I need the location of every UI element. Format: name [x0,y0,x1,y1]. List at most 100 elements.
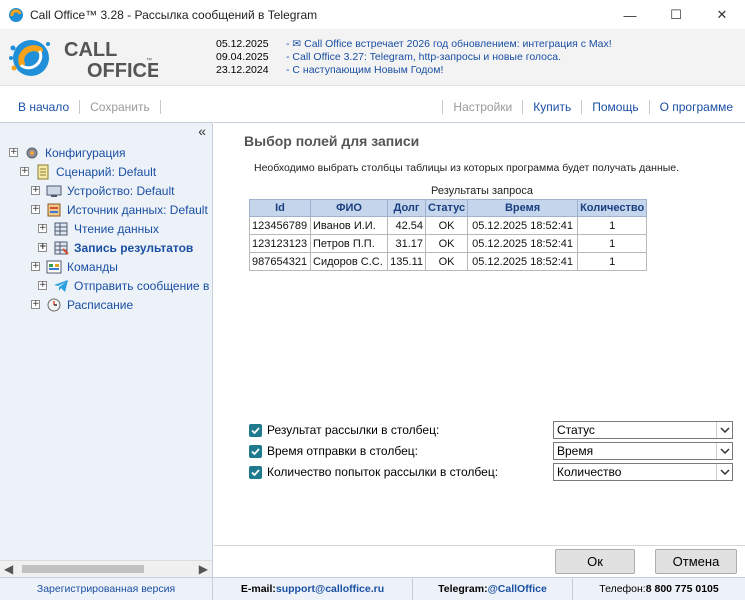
chevron-down-icon[interactable] [716,443,732,459]
column-header[interactable]: Статус [424,199,469,217]
attempts-checkbox[interactable] [249,465,262,479]
column-header[interactable]: Долг [387,199,426,217]
column-header[interactable]: Количество [577,199,648,217]
checkmark-icon [251,468,260,476]
time-column-select[interactable]: Время [553,442,733,460]
collapse-panel-button[interactable]: « [198,123,206,139]
tree-item-label: Чтение данных [74,221,159,236]
registered-version-label: Зарегистрированная версия [36,583,176,595]
select-value: Время [557,444,594,458]
news-date: 23.12.2024 [216,64,269,76]
minimize-button[interactable]: — [607,0,653,30]
expand-icon[interactable]: + [9,148,18,157]
table-cell: OK [424,234,469,253]
table-header-row: Id ФИО Долг Статус Время Количество [249,199,648,217]
tree-item-label: Источник данных: Default [67,202,208,217]
settings-link[interactable]: Настройки [453,100,512,114]
table-cell: 135.11 [387,252,426,271]
expand-icon[interactable]: + [31,205,40,214]
tree-item-schedule[interactable]: + Расписание [31,295,133,314]
table-cell: 31.17 [387,234,426,253]
expand-icon[interactable]: + [31,186,40,195]
tree-item-write-results[interactable]: + Запись результатов [38,238,193,257]
tree-item-device[interactable]: + Устройство: Default [31,181,174,200]
help-link[interactable]: Помощь [592,100,638,114]
tree-item-send-message[interactable]: + Отправить сообщение в [38,276,209,295]
news-item[interactable]: 05.12.2025 - ✉ Call Office встречает 202… [216,38,612,51]
buy-link[interactable]: Купить [533,100,571,114]
scroll-right-icon[interactable]: ▶ [199,562,208,576]
tree-item-commands[interactable]: + Команды [31,257,118,276]
select-value: Количество [557,465,622,479]
results-table: Id ФИО Долг Статус Время Количество 1234… [249,199,648,271]
tree-item-scenario[interactable]: + Сценарий: Default [20,162,156,181]
column-header[interactable]: Id [249,199,311,217]
about-link[interactable]: О программе [660,100,733,114]
news-link[interactable]: - С наступающим Новым Годом! [286,64,443,77]
news-date: 09.04.2025 [216,51,269,63]
table-row[interactable]: 987654321 Сидоров С.С. 135.11 OK 05.12.2… [249,252,648,271]
close-button[interactable]: ✕ [699,0,745,30]
column-header[interactable]: Время [467,199,579,217]
checkmark-icon [251,426,260,434]
email-link[interactable]: support@calloffice.ru [276,583,384,595]
news-link[interactable]: - ✉ Call Office встречает 2026 год обнов… [286,38,612,51]
scroll-left-icon[interactable]: ◀ [4,562,13,576]
telegram-link[interactable]: @CallOffice [488,583,547,595]
telegram-label: Telegram: [438,583,488,595]
tree-item-configuration[interactable]: + Конфигурация [9,143,126,162]
expand-icon[interactable]: + [31,262,40,271]
status-email: E-mail: support@calloffice.ru [213,577,413,600]
status-column-select[interactable]: Статус [553,421,733,439]
maximize-button[interactable]: ☐ [653,0,699,30]
tree-item-label: Запись результатов [74,240,194,255]
column-header[interactable]: ФИО [310,199,388,217]
scrollbar-thumb[interactable] [22,565,144,573]
expand-icon[interactable]: + [38,243,47,252]
expand-icon[interactable]: + [31,300,40,309]
status-checkbox[interactable] [249,423,262,437]
gear-icon [24,145,40,161]
datasource-icon [46,202,62,218]
checkmark-icon [251,447,260,455]
news-item[interactable]: 23.12.2024 - С наступающим Новым Годом! [216,64,612,77]
tree-item-read-data[interactable]: + Чтение данных [38,219,159,238]
attempts-column-select[interactable]: Количество [553,463,733,481]
cancel-button[interactable]: Отмена [655,549,737,574]
chevron-down-icon[interactable] [716,464,732,480]
dialog-buttons: Ок Отмена [214,545,745,577]
table-row[interactable]: 123123123 Петров П.П. 31.17 OK 05.12.202… [249,234,648,253]
logo-tm: ™ [146,57,152,64]
toolbar-divider [79,100,81,114]
time-checkbox[interactable] [249,444,262,458]
horizontal-scrollbar[interactable]: ◀ ▶ [0,560,212,577]
table-cell: 123123123 [249,234,311,253]
expand-icon[interactable]: + [38,281,47,290]
device-icon [46,183,62,199]
table-cell: 1 [577,252,648,271]
scenario-icon [35,164,51,180]
news-link[interactable]: - Call Office 3.27: Telegram, http-запро… [286,51,561,64]
ok-button[interactable]: Ок [555,549,635,574]
email-label: E-mail: [240,583,276,595]
expand-icon[interactable]: + [20,167,29,176]
table-cell: 1 [577,234,648,253]
table-cell: OK [424,216,469,235]
toolbar-divider [159,100,161,114]
save-link[interactable]: Сохранить [90,100,150,114]
logo-text-call: CALL [64,39,117,61]
expand-icon[interactable]: + [38,224,47,233]
news-item[interactable]: 09.04.2025 - Call Office 3.27: Telegram,… [216,51,612,64]
home-link[interactable]: В начало [18,100,69,114]
toolbar-divider [581,100,583,114]
write-results-icon [53,240,69,256]
tree-item-label: Команды [67,259,118,274]
phone-label: Телефон: [599,583,646,595]
table-cell: Иванов И.И. [310,216,388,235]
tree-item-label: Сценарий: Default [56,164,157,179]
tree-item-datasource[interactable]: + Источник данных: Default [31,200,208,219]
table-row[interactable]: 123456789 Иванов И.И. 42.54 OK 05.12.202… [249,216,648,235]
main-content: Выбор полей для записи Необходимо выбрат… [214,122,745,545]
chevron-down-icon[interactable] [716,422,732,438]
table-cell: 05.12.2025 18:52:41 [467,252,579,271]
